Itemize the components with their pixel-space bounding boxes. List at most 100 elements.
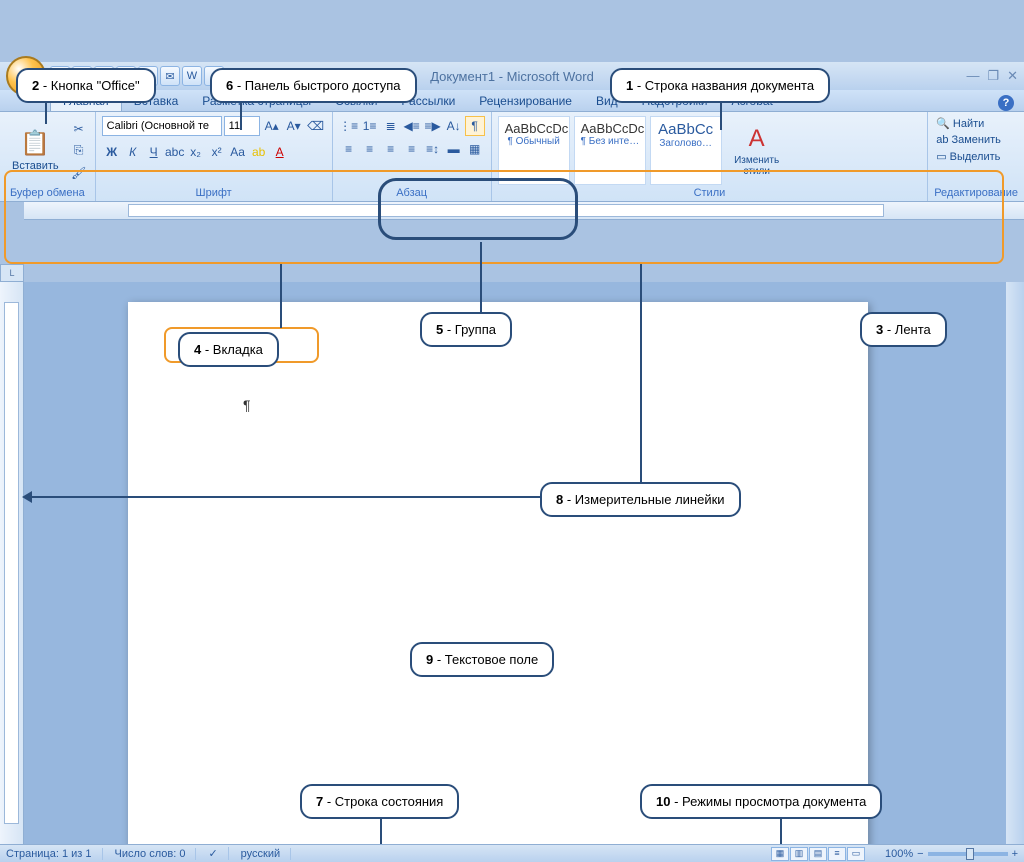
- document-title: Документ1 - Microsoft Word: [430, 69, 594, 84]
- multilevel-icon[interactable]: ≣: [381, 116, 401, 136]
- bullets-icon[interactable]: ⋮≡: [339, 116, 359, 136]
- window-controls: — ❐ ✕: [966, 68, 1018, 84]
- find-button[interactable]: 🔍Найти: [934, 116, 1018, 131]
- zoom-level[interactable]: 100%: [885, 848, 913, 860]
- font-name-select[interactable]: Calibri (Основной те: [102, 116, 222, 136]
- line-4: [280, 264, 282, 328]
- strike-icon[interactable]: abc: [165, 142, 185, 162]
- callout-1: 1 - Строка названия документа: [610, 68, 830, 103]
- word-count[interactable]: Число слов: 0: [115, 848, 197, 860]
- web-view[interactable]: ▤: [809, 847, 827, 861]
- ruler-corner[interactable]: L: [0, 264, 24, 282]
- shrink-font-icon[interactable]: A▾: [284, 116, 304, 136]
- minimize-icon[interactable]: —: [966, 68, 979, 84]
- indent-inc-icon[interactable]: ≡▶: [423, 116, 443, 136]
- help-icon[interactable]: ?: [998, 95, 1014, 111]
- page-status[interactable]: Страница: 1 из 1: [6, 848, 103, 860]
- change-styles-icon: A: [749, 125, 765, 153]
- line-7: [380, 816, 382, 844]
- paragraph-mark: ¶: [243, 397, 251, 413]
- style-heading[interactable]: AaBbCc Заголово…: [650, 116, 722, 185]
- group-clipboard: 📋 Вставить ✂ ⎘ 🖌 Буфер обмена: [0, 112, 96, 201]
- align-center-icon[interactable]: ≡: [360, 139, 380, 159]
- vertical-ruler[interactable]: [0, 282, 24, 844]
- font-label: Шрифт: [102, 185, 326, 201]
- numbers-icon[interactable]: 1≡: [360, 116, 380, 136]
- clear-format-icon[interactable]: ⌫: [306, 116, 326, 136]
- page[interactable]: ¶: [128, 302, 868, 844]
- font-color-icon[interactable]: A: [270, 142, 290, 162]
- zoom-control: 100% − +: [885, 848, 1018, 860]
- spell-check-icon[interactable]: ✓: [208, 847, 228, 860]
- copy-icon[interactable]: ⎘: [69, 141, 89, 161]
- superscript-icon[interactable]: x²: [207, 142, 227, 162]
- vertical-scrollbar[interactable]: [1006, 282, 1024, 844]
- outline-view[interactable]: ≡: [828, 847, 846, 861]
- arrow-8: [22, 491, 32, 503]
- horizontal-ruler[interactable]: [24, 202, 1024, 220]
- print-layout-view[interactable]: ▦: [771, 847, 789, 861]
- format-painter-icon[interactable]: 🖌: [69, 163, 89, 183]
- align-left-icon[interactable]: ≡: [339, 139, 359, 159]
- callout-2: 2 - Кнопка "Office": [16, 68, 156, 103]
- change-styles-button[interactable]: A Изменить стили: [726, 116, 788, 185]
- zoom-out-icon[interactable]: −: [917, 848, 923, 860]
- bold-icon[interactable]: Ж: [102, 142, 122, 162]
- group-paragraph: ⋮≡ 1≡ ≣ ◀≡ ≡▶ A↓ ¶ ≡ ≡ ≡ ≡ ≡↕ ▬ ▦ Абзац: [333, 112, 492, 201]
- paragraph-label: Абзац: [339, 185, 485, 201]
- language-status[interactable]: русский: [241, 848, 291, 860]
- tab-review[interactable]: Рецензирование: [467, 91, 584, 111]
- shading-icon[interactable]: ▬: [444, 139, 464, 159]
- replace-button[interactable]: abЗаменить: [934, 133, 1018, 147]
- maximize-icon[interactable]: ❐: [987, 68, 999, 84]
- line-2: [45, 100, 47, 124]
- status-bar: Страница: 1 из 1 Число слов: 0 ✓ русский…: [0, 844, 1024, 862]
- indent-dec-icon[interactable]: ◀≡: [402, 116, 422, 136]
- callout-7: 7 - Строка состояния: [300, 784, 459, 819]
- styles-label: Стили: [498, 185, 922, 201]
- line-5: [480, 242, 482, 312]
- callout-10: 10 - Режимы просмотра документа: [640, 784, 882, 819]
- borders-icon[interactable]: ▦: [465, 139, 485, 159]
- line-10: [780, 816, 782, 844]
- sort-icon[interactable]: A↓: [444, 116, 464, 136]
- callout-6: 6 - Панель быстрого доступа: [210, 68, 417, 103]
- callout-8: 8 - Измерительные линейки: [540, 482, 741, 517]
- paste-button[interactable]: 📋 Вставить: [6, 116, 65, 185]
- subscript-icon[interactable]: x₂: [186, 142, 206, 162]
- zoom-slider[interactable]: [928, 852, 1008, 856]
- reading-view[interactable]: ▥: [790, 847, 808, 861]
- close-icon[interactable]: ✕: [1007, 68, 1018, 84]
- replace-icon: ab: [936, 134, 948, 146]
- line-spacing-icon[interactable]: ≡↕: [423, 139, 443, 159]
- find-icon: 🔍: [936, 117, 950, 130]
- show-marks-icon[interactable]: ¶: [465, 116, 485, 136]
- case-icon[interactable]: Aa: [228, 142, 248, 162]
- qat-btn-6[interactable]: ✉: [160, 66, 180, 86]
- line-8v: [640, 264, 642, 484]
- underline-icon[interactable]: Ч: [144, 142, 164, 162]
- highlight-icon[interactable]: ab: [249, 142, 269, 162]
- zoom-in-icon[interactable]: +: [1012, 848, 1018, 860]
- draft-view[interactable]: ▭: [847, 847, 865, 861]
- justify-icon[interactable]: ≡: [402, 139, 422, 159]
- group-font: Calibri (Основной те 11 A▴ A▾ ⌫ Ж К Ч ab…: [96, 112, 333, 201]
- select-icon: ▭: [936, 150, 946, 163]
- document-area: ¶: [24, 282, 1006, 844]
- callout-4: 4 - Вкладка: [178, 332, 279, 367]
- change-styles-label: Изменить стили: [732, 155, 782, 177]
- select-button[interactable]: ▭Выделить: [934, 149, 1018, 164]
- view-modes: ▦ ▥ ▤ ≡ ▭: [771, 847, 865, 861]
- style-nospace[interactable]: AaBbCcDc ¶ Без инте…: [574, 116, 646, 185]
- style-normal[interactable]: AaBbCcDc ¶ Обычный: [498, 116, 570, 185]
- grow-font-icon[interactable]: A▴: [262, 116, 282, 136]
- ribbon: 📋 Вставить ✂ ⎘ 🖌 Буфер обмена Calibri (О…: [0, 112, 1024, 202]
- callout-3: 3 - Лента: [860, 312, 947, 347]
- italic-icon[interactable]: К: [123, 142, 143, 162]
- cut-icon[interactable]: ✂: [69, 119, 89, 139]
- callout-5: 5 - Группа: [420, 312, 512, 347]
- line-6: [240, 100, 242, 130]
- qat-btn-7[interactable]: W: [182, 66, 202, 86]
- paste-label: Вставить: [12, 160, 59, 172]
- align-right-icon[interactable]: ≡: [381, 139, 401, 159]
